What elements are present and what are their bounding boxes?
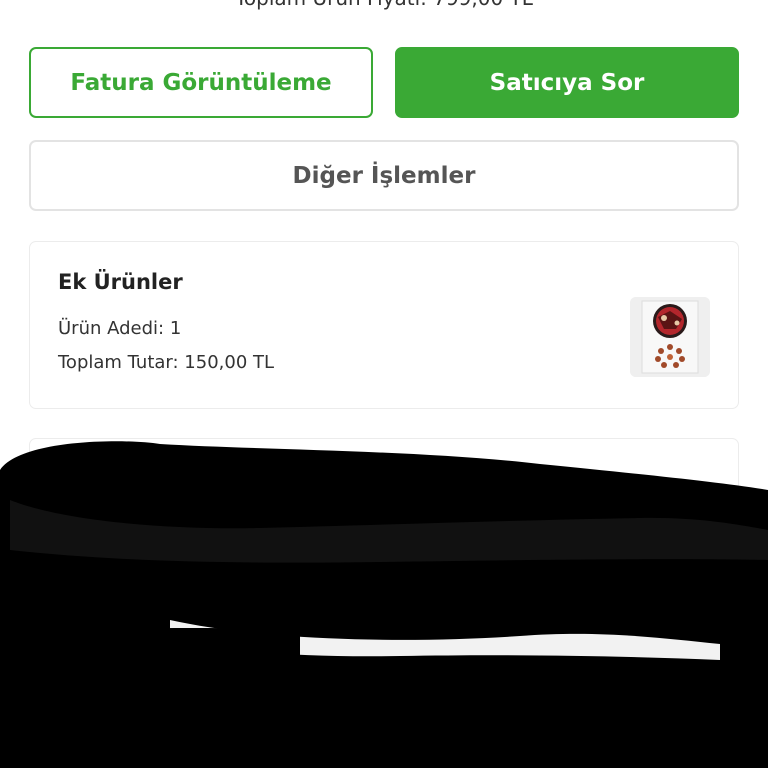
extra-products-quantity: Ürün Adedi: 1 bbox=[58, 318, 182, 339]
extra-products-title: Ek Ürünler bbox=[58, 270, 183, 294]
product-image bbox=[630, 297, 710, 377]
ask-seller-button[interactable]: Satıcıya Sor bbox=[395, 47, 739, 118]
invoice-view-button[interactable]: Fatura Görüntüleme bbox=[29, 47, 373, 118]
total-product-price: Toplam Ürün Fiyatı: 799,00 TL bbox=[0, 0, 768, 10]
extra-products-total: Toplam Tutar: 150,00 TL bbox=[58, 352, 275, 373]
other-actions-button[interactable]: Diğer İşlemler bbox=[29, 140, 739, 211]
product-thumbnail[interactable] bbox=[630, 297, 710, 377]
order-detail-page: Toplam Ürün Fiyatı: 799,00 TL Fatura Gör… bbox=[0, 0, 768, 768]
redaction-overlay bbox=[0, 441, 768, 768]
extra-products-card[interactable]: Ek Ürünler Ürün Adedi: 1 Toplam Tutar: 1… bbox=[29, 241, 739, 409]
